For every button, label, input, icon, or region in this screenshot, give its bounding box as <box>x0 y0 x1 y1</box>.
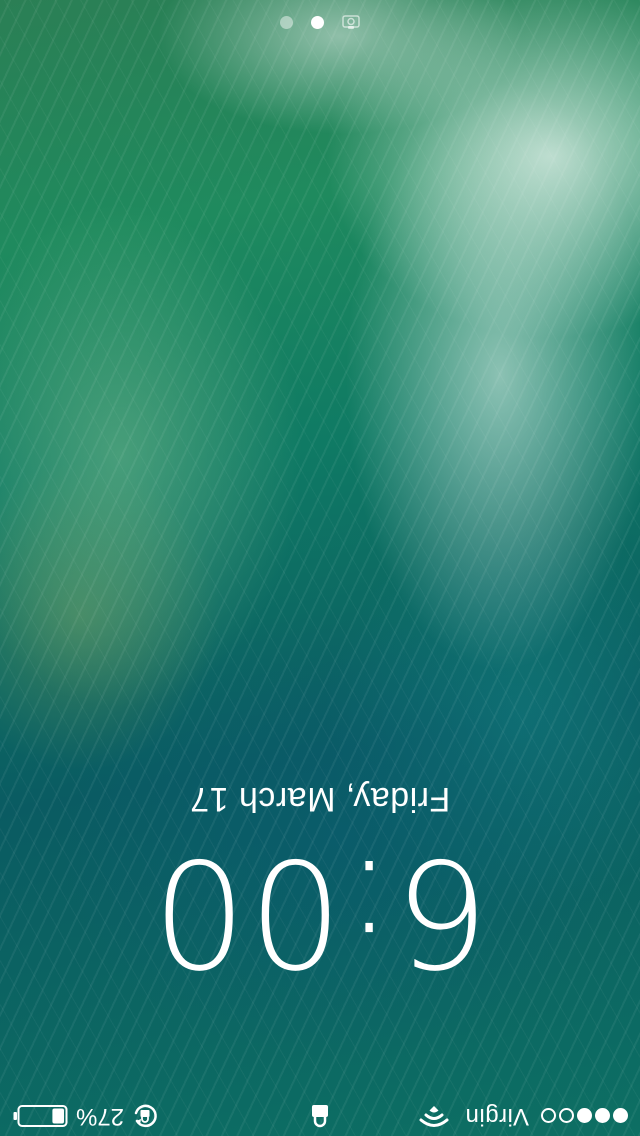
page-indicator[interactable] <box>0 15 640 30</box>
lock-screen: Virgin 27% 6:00 Friday, March 17 <box>0 0 640 1136</box>
camera-icon[interactable] <box>342 15 360 30</box>
battery-percentage: 27% <box>76 1103 125 1130</box>
signal-dot-empty <box>541 1108 556 1124</box>
status-bar: Virgin 27% <box>0 1096 640 1136</box>
lock-screen-time: 6:00 <box>149 826 491 998</box>
carrier-name: Virgin <box>465 1103 529 1130</box>
rotation-lock-icon <box>134 1104 157 1128</box>
battery-fill <box>52 1108 64 1124</box>
lock-screen-date: Friday, March 17 <box>189 780 451 818</box>
carrier-group: Virgin <box>419 1102 628 1130</box>
page-dot-current[interactable] <box>311 16 324 29</box>
wifi-icon <box>419 1106 449 1127</box>
signal-dot-filled <box>613 1108 628 1124</box>
signal-dot-filled <box>577 1108 592 1124</box>
page-dot[interactable] <box>280 16 293 29</box>
signal-strength-indicator <box>541 1108 628 1124</box>
battery-icon <box>13 1105 68 1127</box>
signal-dot-filled <box>595 1108 610 1124</box>
signal-dot-empty <box>559 1108 574 1124</box>
lock-icon <box>312 1105 328 1128</box>
status-right-group: 27% <box>12 1102 158 1130</box>
